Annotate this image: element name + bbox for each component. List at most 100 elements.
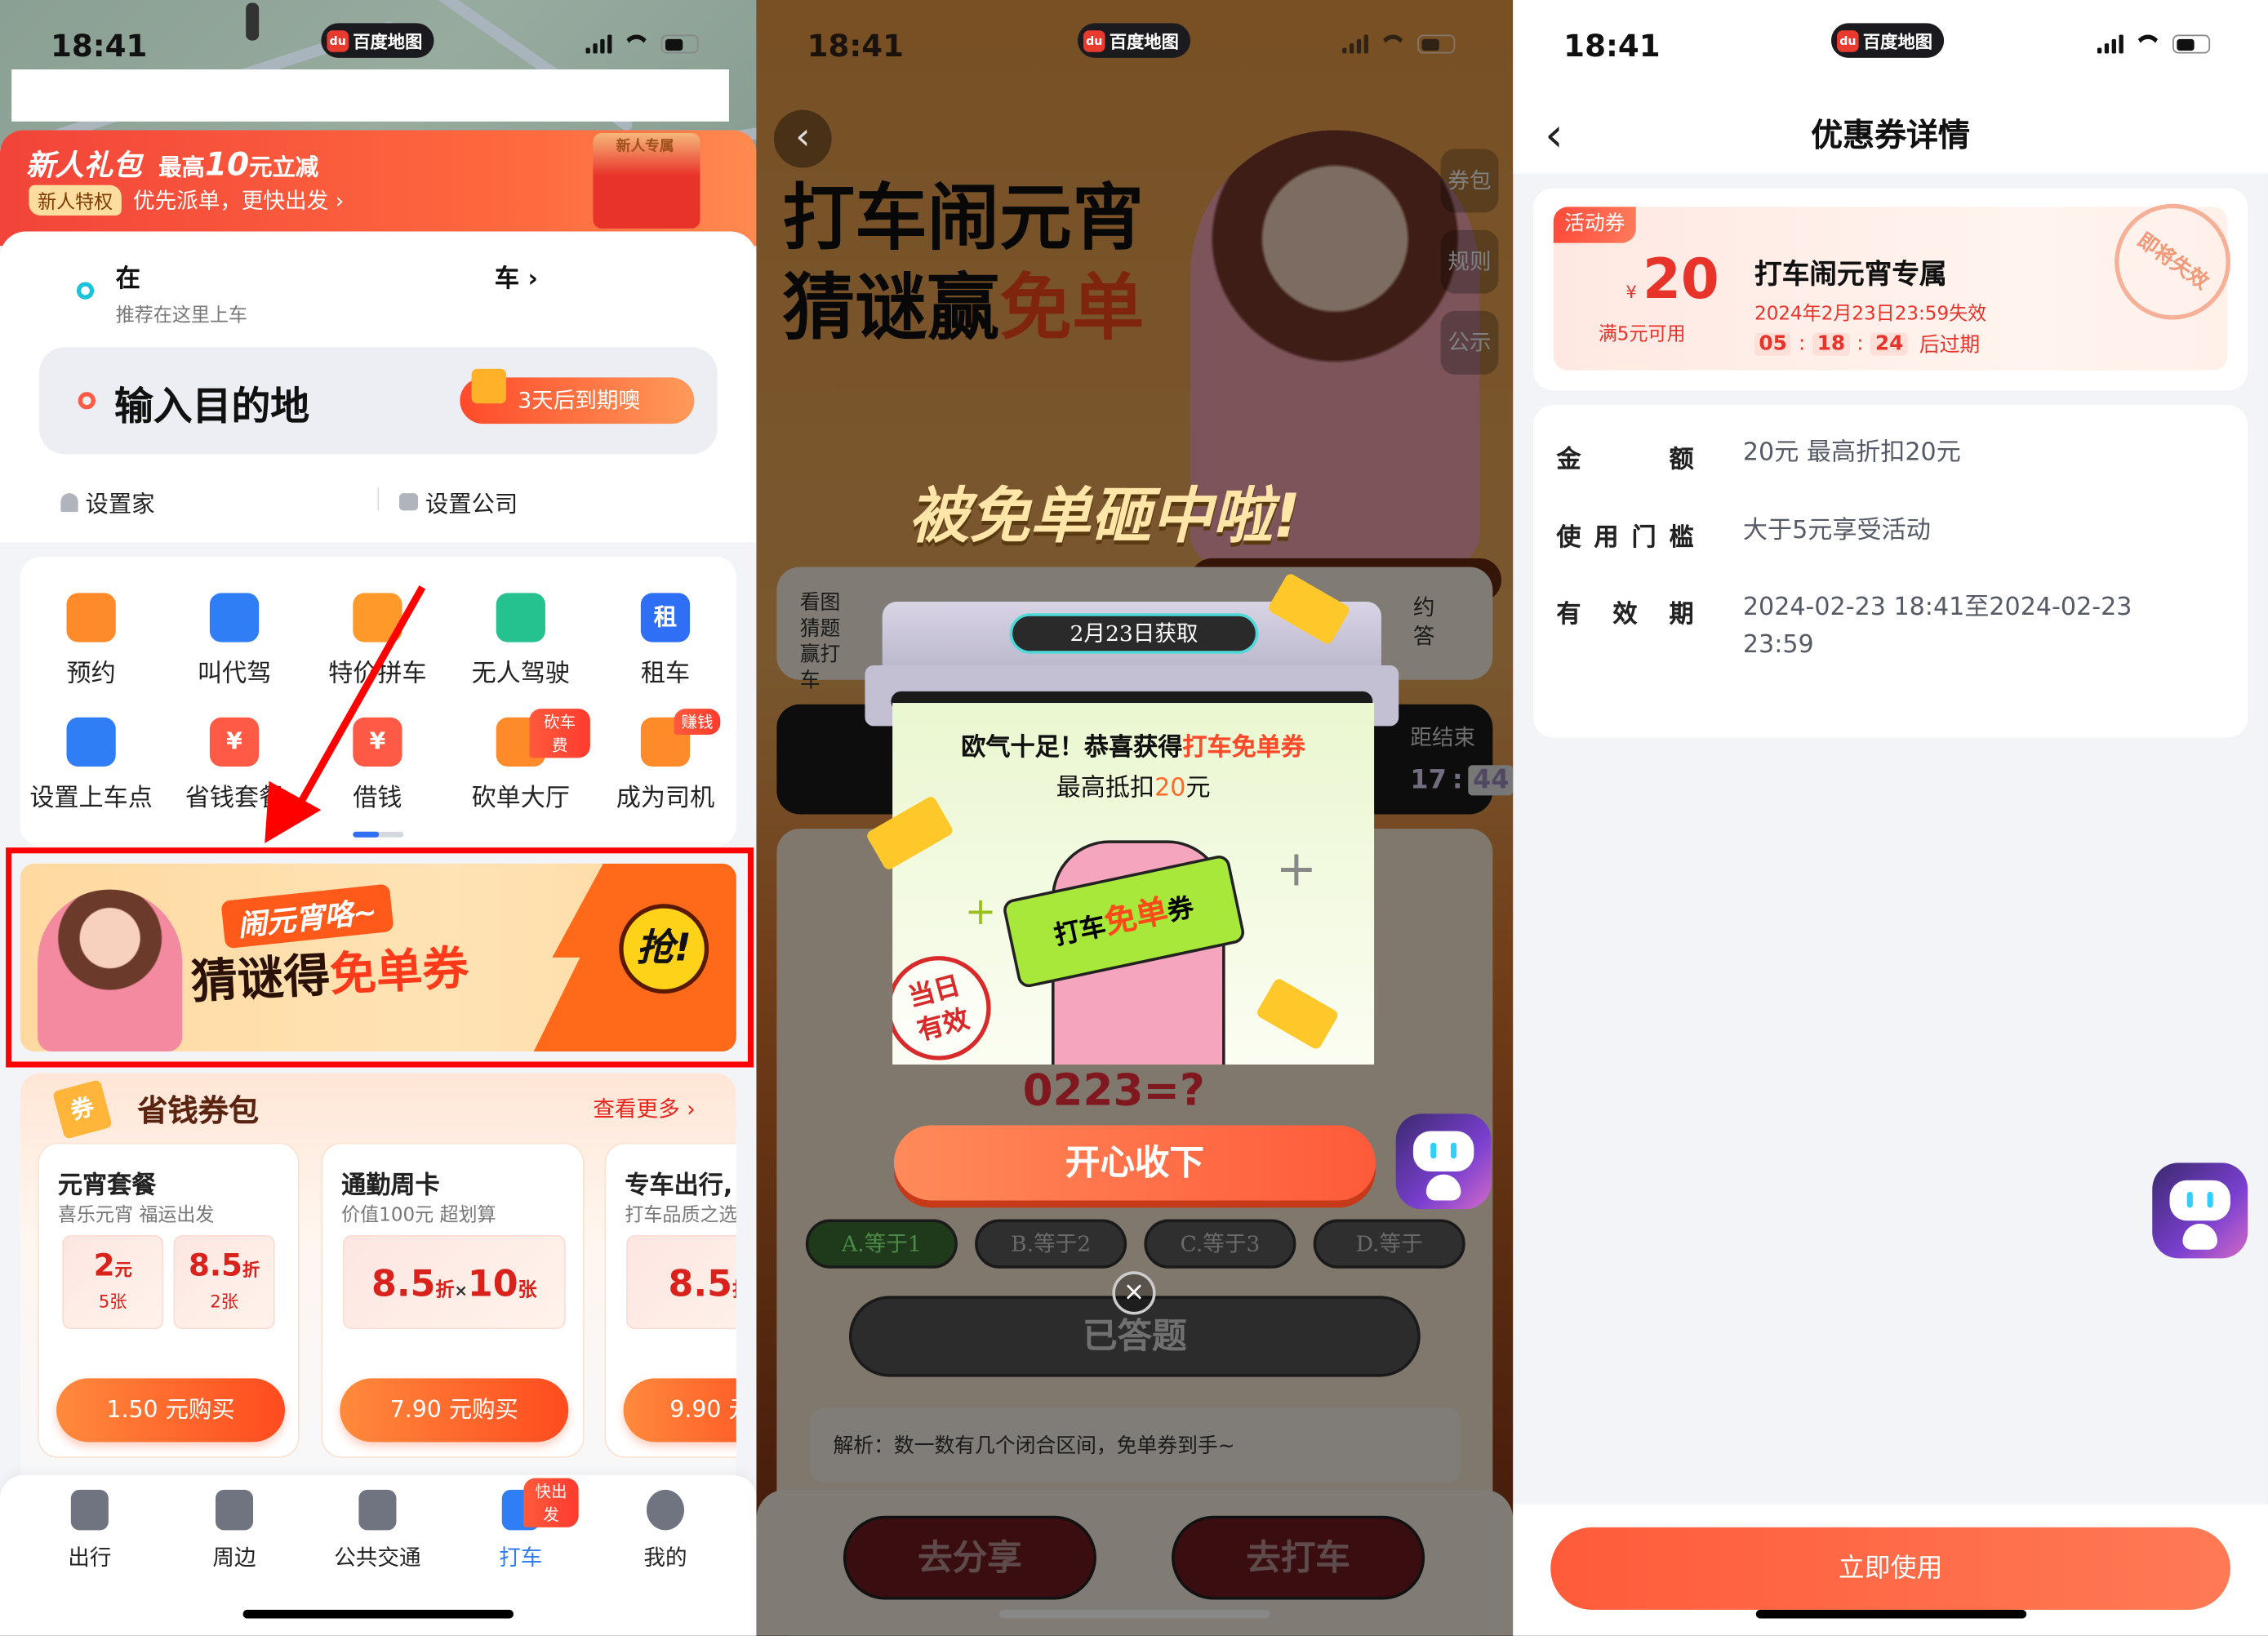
battery-icon [2172, 34, 2211, 54]
event-title-line1: 打车闹元宵 [782, 176, 1145, 260]
countdown-seconds: 24 [1870, 332, 1908, 356]
tab-label: 周边 [212, 1545, 256, 1572]
ticket-suffix: 券 [1164, 892, 1197, 928]
back-button[interactable]: ‹ [773, 109, 832, 168]
tab-nearby[interactable]: 周边 [176, 1489, 292, 1572]
expiring-soon-stamp: 即将失效 [2092, 180, 2253, 343]
back-button[interactable]: ‹ [1545, 107, 1563, 162]
buy-button[interactable]: 7.90 元购买 [340, 1378, 569, 1443]
assistant-robot-icon[interactable] [2152, 1163, 2248, 1259]
currency-symbol: ¥ [1625, 282, 1637, 303]
tab-bus[interactable]: 公共交通 [320, 1489, 436, 1572]
pack-card[interactable]: 通勤周卡 价值100元 超划算 8.5折×10张 7.90 元购买 [321, 1142, 585, 1458]
grab-button[interactable]: 抢! [619, 904, 709, 994]
wifi-icon [1380, 34, 1407, 54]
countdown-hours: 05 [1754, 332, 1792, 356]
coupon-expiry: 2024年2月23日23:59失效 [1754, 304, 1987, 326]
countdown-minutes: 18 [1812, 332, 1850, 356]
annotation-arrow [265, 585, 426, 843]
tab-label: 公共交通 [334, 1545, 421, 1572]
detail-value: 大于5元享受活动 [1742, 516, 1931, 545]
lantern-event-screen: 打车闹元宵 猜谜赢免单 券包 规则 公示 1~6折打车券、海量免单券 看图猜题 … [756, 0, 1514, 1636]
task-card-text-right: 约 答 [1412, 594, 1435, 650]
app-indicator[interactable]: du 百度地图 [1830, 23, 1945, 58]
pack-card[interactable]: 专车出行, 打车品质之选 8.5折 9.90 元 [604, 1142, 757, 1458]
profile-icon [646, 1489, 685, 1531]
view-more-link[interactable]: 查看更多 › [593, 1093, 695, 1123]
home-indicator [242, 1609, 514, 1619]
coupon-threshold: 满5元可用 [1598, 323, 1686, 346]
won-banner: 被免单砸中啦! [908, 480, 1301, 552]
coupon-name: 打车闹元宵专属 [1754, 259, 1947, 291]
status-icons [2097, 34, 2211, 54]
app-indicator[interactable]: du 百度地图 [1077, 23, 1191, 58]
tile-unit: 折 [435, 1279, 455, 1302]
detail-value: 2024-02-23 18:41至2024-02-23 23:59 [1742, 593, 2132, 660]
popup-max-label: 最高抵扣 [1056, 773, 1155, 803]
accept-button[interactable]: 开心收下 [893, 1125, 1376, 1201]
countdown-label: 距结束 [1410, 724, 1476, 751]
tab-travel[interactable]: 出行 [32, 1489, 148, 1572]
assistant-robot-icon[interactable] [1395, 1114, 1492, 1210]
tile-unit: 折 [242, 1260, 260, 1280]
task-card-text: 看图猜题 赢打车 [799, 591, 841, 693]
status-time: 18:41 [807, 29, 905, 64]
option-a[interactable]: A.等于1 [805, 1219, 958, 1269]
close-popup-button[interactable]: × [1112, 1271, 1156, 1315]
app-name: 百度地图 [1109, 31, 1179, 51]
pack-card-title: 元宵套餐 [57, 1171, 157, 1201]
tile-value: 8.5 [371, 1262, 436, 1305]
side-tab-notice[interactable]: 公示 [1440, 310, 1499, 375]
savings-pack-title: 省钱券包 [137, 1093, 260, 1128]
app-name: 百度地图 [1862, 31, 1932, 51]
page-title: 优惠券详情 [1811, 118, 1971, 155]
reward-popup: 2月23日获取 欧气十足！恭喜获得打车免单券 最高抵扣20元 打车免单券 当日有… [865, 571, 1399, 1065]
use-now-button[interactable]: 立即使用 [1550, 1527, 2230, 1610]
share-button[interactable]: 去分享 [843, 1515, 1096, 1600]
countdown-suffix: 后过期 [1919, 334, 1981, 358]
voucher-tile: 8.5折 2张 [173, 1235, 275, 1330]
buy-button[interactable]: 1.50 元购买 [56, 1378, 286, 1443]
pack-card-subtitle: 喜乐元宵 福运出发 [57, 1204, 215, 1227]
home-screen: 18:41 du 百度地图 新人礼包 最高10元立减 新人特权 优先派单，更快出发… [0, 0, 757, 1636]
tab-badge: 快出发 [523, 1478, 579, 1527]
ticket-text: 打车 [1051, 911, 1110, 952]
detail-label: 金额 [1556, 445, 1694, 475]
plus-icon: + [964, 891, 997, 935]
status-time: 18:41 [1563, 29, 1661, 64]
tile-value: 2 [93, 1247, 115, 1283]
side-tab-coupons[interactable]: 券包 [1440, 149, 1499, 213]
tab-profile[interactable]: 我的 [607, 1489, 723, 1572]
coupon-countdown: 05:18:24 后过期 [1754, 330, 1980, 358]
nearby-icon [215, 1489, 254, 1531]
pack-card[interactable]: 元宵套餐 喜乐元宵 福运出发 2元 5张 8.5折 2张 1.50 元购买 [38, 1142, 300, 1458]
coupon-detail-screen: 18:41 du 百度地图 ‹ 优惠券详情 活动券 ¥20 满5元可用 打车闹元宵… [1513, 0, 2268, 1636]
banner-headline: 猜谜得 [189, 947, 331, 1010]
tab-label: 我的 [643, 1545, 687, 1572]
bus-icon [358, 1489, 397, 1531]
lantern-festival-banner[interactable]: 闹元宵咯~ 猜谜得免单券 抢! [20, 863, 736, 1052]
coupon-amount: 20 [1642, 247, 1719, 311]
event-title-highlight: 免单 [999, 265, 1145, 350]
tab-label: 出行 [68, 1545, 112, 1572]
event-title-line2: 猜谜赢 [782, 265, 1000, 350]
tile-qty: 10 [467, 1262, 518, 1305]
event-title: 打车闹元宵 猜谜赢免单 [782, 174, 1144, 353]
tile-value: 8.5 [668, 1262, 732, 1305]
go-ride-button[interactable]: 去打车 [1172, 1515, 1425, 1600]
side-tab-rules[interactable]: 规则 [1440, 229, 1499, 294]
same-day-stamp: 当日有效 [892, 944, 1003, 1065]
option-d[interactable]: D.等于 [1313, 1219, 1465, 1269]
tile-value: 8.5 [189, 1247, 242, 1283]
travel-icon [70, 1489, 109, 1531]
option-c[interactable]: C.等于3 [1144, 1219, 1296, 1269]
voucher-tile: 8.5折×10张 [342, 1235, 566, 1330]
popup-congrats: 欧气十足！恭喜获得 [961, 733, 1183, 762]
detail-label: 使用门槛 [1556, 523, 1694, 553]
tile-count: 2张 [210, 1291, 238, 1312]
home-indicator [999, 1609, 1270, 1619]
option-b[interactable]: B.等于2 [975, 1219, 1127, 1269]
tab-taxi[interactable]: 打车 快出发 [463, 1478, 579, 1572]
status-icons [1342, 34, 1456, 54]
yuan-ticket-icon [1255, 976, 1340, 1051]
